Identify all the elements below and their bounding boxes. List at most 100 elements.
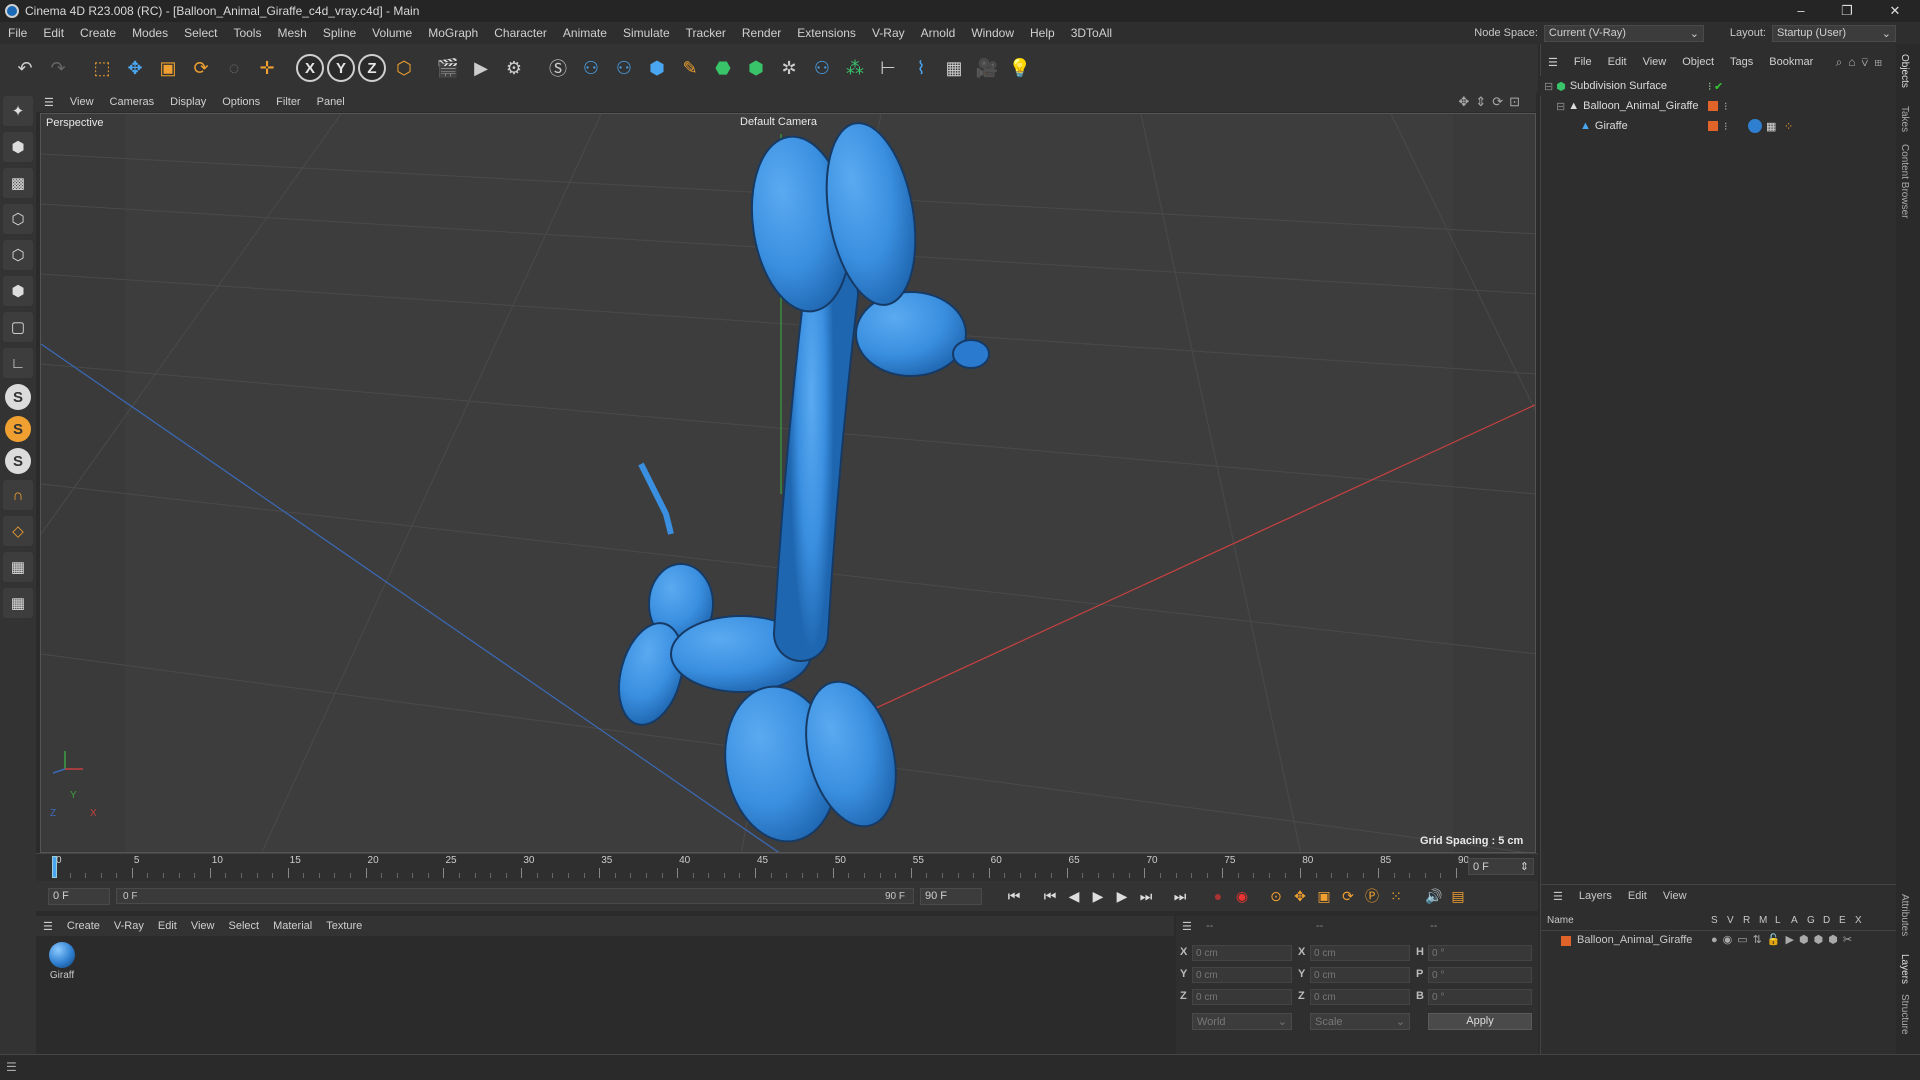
magnet-icon[interactable]: ∩	[3, 480, 33, 510]
layer-color-swatch[interactable]	[1708, 121, 1718, 131]
key-rotation-icon[interactable]: ⟳	[1336, 884, 1360, 908]
tree-expand-icon[interactable]: ⊟	[1556, 100, 1565, 113]
go-to-start-icon[interactable]: ⏮	[1002, 884, 1026, 908]
menu-character[interactable]: Character	[486, 26, 555, 40]
menu-tracker[interactable]: Tracker	[678, 26, 734, 40]
menu-simulate[interactable]: Simulate	[615, 26, 678, 40]
go-to-prev-key-icon[interactable]: ⏮	[1038, 884, 1062, 908]
timeline-ruler[interactable]: 0 5 10 15 20 25 30 35 40 45 50 55 60 65 70 75 80 85 90	[36, 853, 1538, 881]
z-axis-lock-button[interactable]: Z	[358, 54, 386, 82]
tab-attributes[interactable]: Attributes	[1899, 894, 1910, 936]
polygons-mode-icon[interactable]: ⬢	[3, 276, 33, 306]
pen-icon[interactable]: ✎	[675, 51, 705, 85]
scale-tool-icon[interactable]: ▣	[153, 51, 183, 85]
menu-3dtoall[interactable]: 3DToAll	[1063, 26, 1120, 40]
object-menu-bookmarks[interactable]: Bookmar	[1761, 56, 1821, 68]
material-menu-view[interactable]: View	[184, 920, 222, 932]
viewport-menu-filter[interactable]: Filter	[268, 96, 308, 108]
end-frame-input[interactable]: 90 F	[920, 887, 982, 905]
tab-content-browser[interactable]: Content Browser	[1899, 144, 1910, 218]
viewport-nav-icons[interactable]: ✥⇕⟳⊡	[1458, 94, 1526, 110]
move-tool-icon[interactable]: ✥	[120, 51, 150, 85]
tab-objects[interactable]: Objects	[1899, 54, 1910, 88]
object-menu-file[interactable]: File	[1566, 56, 1600, 68]
snap-icon[interactable]: S	[5, 384, 31, 410]
axis-mode-icon[interactable]: ∟	[3, 348, 33, 378]
menu-vray[interactable]: V-Ray	[864, 26, 913, 40]
pos-x-input[interactable]: 0 cm	[1192, 945, 1292, 961]
menu-render[interactable]: Render	[734, 26, 789, 40]
object-mode-icon[interactable]: ⬢	[3, 132, 33, 162]
layer-color-swatch[interactable]	[1561, 936, 1571, 946]
menu-edit[interactable]: Edit	[35, 26, 72, 40]
python-icon[interactable]: ⚇	[807, 51, 837, 85]
edges-mode-icon[interactable]: ⬡	[3, 240, 33, 270]
locked-workplane-icon[interactable]: ▦	[3, 588, 33, 618]
object-row[interactable]: ⊟ ⬢ Subdivision Surface ⁝ ✔	[1540, 76, 1896, 96]
redo-icon[interactable]: ↷	[43, 51, 73, 85]
layer-toggle-icons[interactable]: ●◉▭⇅🔓▶⬢⬢⬢✂	[1711, 933, 1857, 946]
hamburger-icon[interactable]: ☰	[1540, 56, 1566, 69]
object-menu-edit[interactable]: Edit	[1600, 56, 1635, 68]
visibility-toggle-icon[interactable]: ⁝	[1708, 80, 1712, 93]
measure-icon[interactable]: ⊢	[873, 51, 903, 85]
visibility-toggle-icon[interactable]: ⁝	[1724, 120, 1728, 133]
y-axis-lock-button[interactable]: Y	[327, 54, 355, 82]
vray-icon[interactable]: Ⓢ	[543, 51, 573, 85]
rot-p-input[interactable]: 0 °	[1428, 967, 1532, 983]
layer-color-swatch[interactable]	[1708, 101, 1718, 111]
timeline-icon[interactable]: ▤	[1446, 884, 1470, 908]
playhead[interactable]	[52, 856, 57, 878]
hamburger-icon[interactable]: ☰	[6, 1060, 17, 1074]
menu-volume[interactable]: Volume	[364, 26, 420, 40]
grid-icon[interactable]: ▦	[3, 552, 33, 582]
autokey-icon[interactable]: ◉	[1230, 884, 1254, 908]
cloner-icon[interactable]: ⁂	[840, 51, 870, 85]
tab-layers[interactable]: Layers	[1899, 954, 1910, 984]
python-icon[interactable]: ⚇	[609, 51, 639, 85]
pos-y-input[interactable]: 0 cm	[1192, 967, 1292, 983]
transform-tool-icon[interactable]: ✛	[252, 51, 282, 85]
python-icon[interactable]: ⚇	[576, 51, 606, 85]
material-menu-create[interactable]: Create	[60, 920, 107, 932]
size-x-input[interactable]: 0 cm	[1310, 945, 1410, 961]
key-scale-icon[interactable]: ▣	[1312, 884, 1336, 908]
visibility-toggle-icon[interactable]: ⁝	[1724, 100, 1728, 113]
close-button[interactable]: ✕	[1872, 0, 1918, 22]
size-mode-dropdown[interactable]: Scale ⌄	[1310, 1013, 1410, 1030]
layer-row[interactable]: Balloon_Animal_Giraffe ●◉▭⇅🔓▶⬢⬢⬢✂	[1541, 931, 1896, 951]
key-param-icon[interactable]: Ⓟ	[1360, 884, 1384, 908]
material-menu-material[interactable]: Material	[266, 920, 319, 932]
workplane-icon[interactable]: ◇	[3, 516, 33, 546]
menu-extensions[interactable]: Extensions	[789, 26, 864, 40]
cube-icon[interactable]: ⬢	[642, 51, 672, 85]
menu-spline[interactable]: Spline	[315, 26, 364, 40]
go-to-end-icon[interactable]: ⏭	[1168, 884, 1192, 908]
material-menu-select[interactable]: Select	[222, 920, 267, 932]
object-menu-tags[interactable]: Tags	[1722, 56, 1761, 68]
3d-viewport[interactable]	[40, 113, 1536, 853]
menu-mograph[interactable]: MoGraph	[420, 26, 486, 40]
object-row[interactable]: ⊟ ▲ Balloon_Animal_Giraffe ⁝	[1540, 96, 1896, 116]
undo-icon[interactable]: ↶	[10, 51, 40, 85]
rot-h-input[interactable]: 0 °	[1428, 945, 1532, 961]
layer-menu-layers[interactable]: Layers	[1571, 890, 1620, 902]
viewport-menu-options[interactable]: Options	[214, 96, 268, 108]
light-icon[interactable]: 💡	[1005, 51, 1035, 85]
menu-select[interactable]: Select	[176, 26, 225, 40]
size-z-input[interactable]: 0 cm	[1310, 989, 1410, 1005]
menu-window[interactable]: Window	[963, 26, 1022, 40]
floor-icon[interactable]: ▦	[939, 51, 969, 85]
x-axis-lock-button[interactable]: X	[296, 54, 324, 82]
material-menu-vray[interactable]: V-Ray	[107, 920, 151, 932]
layer-menu-view[interactable]: View	[1655, 890, 1695, 902]
object-toolbar-icons[interactable]: ⌕⌂⊽⊞	[1836, 55, 1888, 70]
tab-structure[interactable]: Structure	[1899, 994, 1910, 1035]
hamburger-icon[interactable]: ☰	[36, 920, 60, 933]
object-menu-object[interactable]: Object	[1674, 56, 1722, 68]
material-swatch[interactable]: Giraff	[42, 942, 82, 981]
coordinate-mode-dropdown[interactable]: World ⌄	[1192, 1013, 1292, 1030]
record-icon[interactable]: ●	[1206, 884, 1230, 908]
render-settings-icon[interactable]: ⚙	[499, 51, 529, 85]
sound-icon[interactable]: 🔊	[1422, 884, 1446, 908]
